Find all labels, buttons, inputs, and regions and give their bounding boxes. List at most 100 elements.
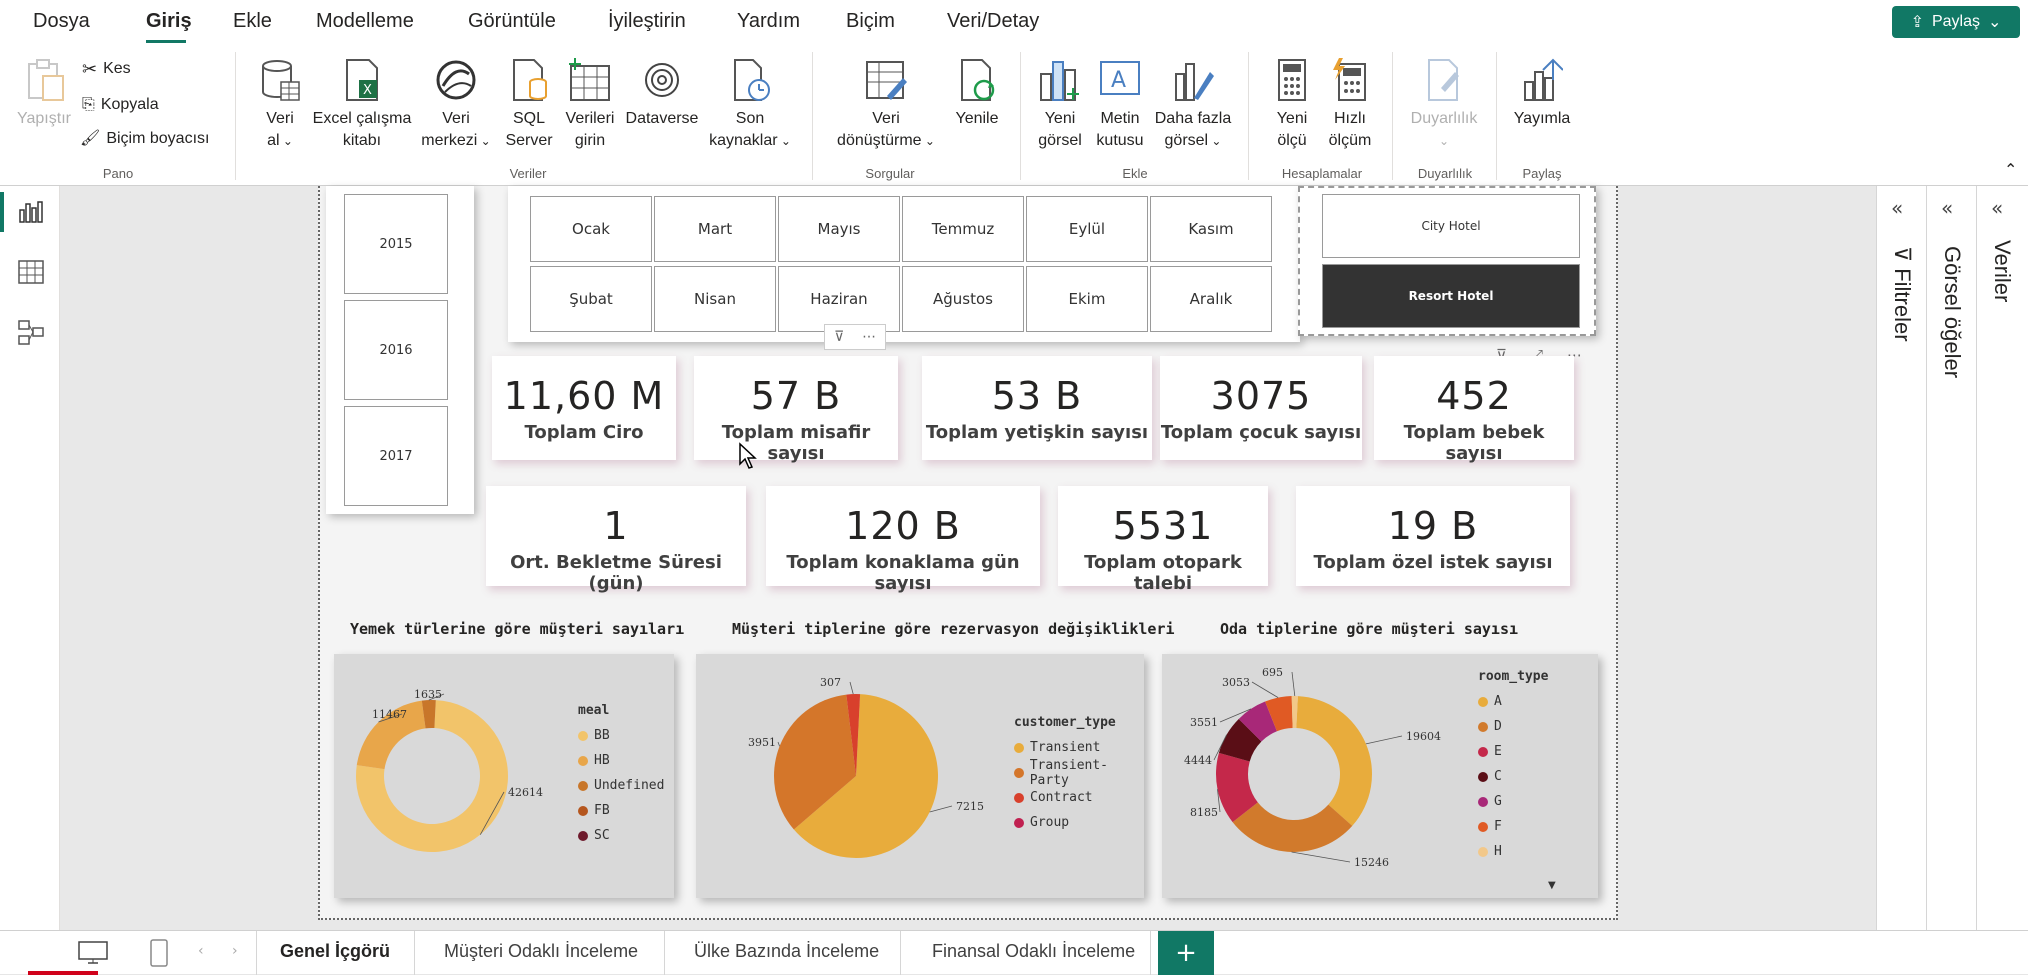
month-button-eylul[interactable]: Eylül [1026, 196, 1148, 262]
legend-item-undefined[interactable]: Undefined [578, 773, 664, 798]
year-button-2017[interactable]: 2017 [344, 406, 448, 506]
menu-tab-dosya[interactable]: Dosya [33, 10, 90, 33]
previous-page-icon[interactable]: ‹ [198, 943, 204, 959]
legend-item-transient[interactable]: Transient [1014, 735, 1144, 760]
legend-dot [1014, 817, 1024, 828]
menu-tab-giris[interactable]: Giriş [146, 10, 192, 33]
legend-item-g[interactable]: G [1478, 789, 1548, 814]
legend-item-fb[interactable]: FB [578, 798, 664, 823]
publish-button[interactable]: Yayımla [1506, 58, 1578, 130]
hotel-button-resort[interactable]: Resort Hotel [1322, 264, 1580, 328]
legend-item-contract[interactable]: Contract [1014, 785, 1144, 810]
legend-item-a[interactable]: A [1478, 689, 1548, 714]
filters-pane[interactable]: « ⊽ Filtreler [1876, 186, 1926, 930]
legend-item-e[interactable]: E [1478, 739, 1548, 764]
menu-tab-ekle[interactable]: Ekle [233, 10, 272, 33]
enter-data-button[interactable]: Verileri girin [558, 58, 622, 152]
legend-item-h[interactable]: H [1478, 839, 1548, 864]
month-button-ocak[interactable]: Ocak [530, 196, 652, 262]
page-tab-musteri-odakli[interactable]: Müşteri Odaklı İnceleme [444, 941, 638, 962]
new-measure-label-1: Yeni [1276, 110, 1308, 127]
page-tab-genel-icgoru[interactable]: Genel İçgörü [280, 941, 390, 962]
recent-sources-button[interactable]: Son kaynaklar ⌄ [702, 58, 798, 152]
collapse-ribbon-icon[interactable]: ⌃ [2004, 160, 2017, 179]
legend-item-group[interactable]: Group [1014, 810, 1144, 835]
menu-tab-veri-detay[interactable]: Veri/Detay [947, 10, 1039, 33]
copy-button[interactable]: ⎘ Kopyala [82, 94, 159, 116]
menu-tab-iyilestirin[interactable]: İyileştirin [608, 10, 686, 33]
customer-type-pie-chart[interactable]: 7215 3951 307 customer_type Transient Trans… [696, 654, 1144, 898]
sensitivity-icon [1423, 58, 1465, 102]
page-tab-finansal-odakli[interactable]: Finansal Odaklı İnceleme [932, 941, 1135, 962]
month-button-mart[interactable]: Mart [654, 196, 776, 262]
get-data-label-1: Veri [266, 110, 294, 127]
expand-pane-icon[interactable]: « [1891, 196, 1903, 220]
legend-item-bb[interactable]: BB [578, 723, 664, 748]
report-view-icon[interactable] [18, 200, 44, 228]
scroll-down-icon[interactable]: ▼ [1548, 880, 1556, 891]
expand-pane-icon[interactable]: « [1991, 196, 2003, 220]
year-slicer: 2015 2016 2017 [326, 186, 474, 514]
legend-item-transient-party[interactable]: Transient-Party [1014, 757, 1144, 788]
mobile-view-icon[interactable] [150, 939, 168, 971]
month-button-haziran[interactable]: Haziran [778, 266, 900, 332]
legend-item-c[interactable]: C [1478, 764, 1548, 789]
share-button[interactable]: ⇪ Paylaş ⌄ [1892, 6, 2020, 38]
menu-tab-bicim[interactable]: Biçim [846, 10, 895, 33]
legend-label: Group [1030, 815, 1070, 830]
month-button-kasim[interactable]: Kasım [1150, 196, 1272, 262]
year-button-2016[interactable]: 2016 [344, 300, 448, 400]
page-tab-ulke-bazinda[interactable]: Ülke Bazında İnceleme [694, 941, 879, 962]
sensitivity-button[interactable]: Duyarlılık ⌄ [1402, 58, 1486, 152]
slice-a[interactable] [1296, 696, 1372, 826]
room-type-donut-chart[interactable]: 19604 15246 8185 4444 3551 3053 695 room_type … [1162, 654, 1598, 898]
new-visual-button[interactable]: Yeni görsel [1032, 58, 1088, 152]
model-view-icon[interactable] [18, 320, 44, 350]
more-visuals-button[interactable]: Daha fazla görsel ⌄ [1150, 58, 1236, 152]
table-view-icon[interactable] [18, 260, 44, 288]
paste-button[interactable]: Yapıştır [12, 58, 76, 130]
transform-data-button[interactable]: Veri dönüştürme ⌄ [824, 58, 948, 152]
month-button-mayis[interactable]: Mayıs [778, 196, 900, 262]
menu-tab-goruntule[interactable]: Görüntüle [468, 10, 556, 33]
legend-label: Transient-Party [1029, 757, 1109, 788]
data-hub-button[interactable]: Veri merkezi ⌄ [416, 58, 496, 152]
quick-measure-button[interactable]: Hızlı ölçüm [1322, 58, 1378, 152]
month-button-aralik[interactable]: Aralık [1150, 266, 1272, 332]
new-measure-button[interactable]: Yeni ölçü [1264, 58, 1320, 152]
filter-icon[interactable]: ⊽ [834, 329, 844, 345]
legend-item-sc[interactable]: SC [578, 823, 664, 848]
chart-title-room-type: Oda tiplerine göre müşteri sayısı [1220, 620, 1519, 638]
visuals-pane[interactable]: « Görsel öğeler [1926, 186, 1976, 930]
format-painter-button[interactable]: 🖌 Biçim boyacısı [80, 128, 209, 150]
month-button-subat[interactable]: Şubat [530, 266, 652, 332]
data-pane[interactable]: « Veriler [1976, 186, 2028, 930]
meal-donut-chart[interactable]: 42614 11467 1635 meal BB HB Undefined FB SC [334, 654, 674, 898]
menu-tab-yardim[interactable]: Yardım [737, 10, 800, 33]
get-data-button[interactable]: Veri al ⌄ [252, 58, 308, 152]
expand-pane-icon[interactable]: « [1941, 196, 1953, 220]
more-options-icon[interactable]: ⋯ [862, 329, 876, 345]
legend-item-d[interactable]: D [1478, 714, 1548, 739]
menu-tab-modelleme[interactable]: Modelleme [316, 10, 414, 33]
kpi-card-total-children: 3075 Toplam çocuk sayısı [1160, 356, 1362, 460]
desktop-view-icon[interactable] [78, 941, 108, 969]
year-button-2015[interactable]: 2015 [344, 194, 448, 294]
legend-item-f[interactable]: F [1478, 814, 1548, 839]
month-button-agustos[interactable]: Ağustos [902, 266, 1024, 332]
cut-button[interactable]: ✂ Kes [82, 58, 131, 80]
new-visual-icon [1039, 58, 1081, 102]
month-button-temmuz[interactable]: Temmuz [902, 196, 1024, 262]
next-page-icon[interactable]: › [232, 943, 238, 959]
data-label: 3951 [748, 736, 776, 749]
hotel-button-city[interactable]: City Hotel [1322, 194, 1580, 258]
month-button-ekim[interactable]: Ekim [1026, 266, 1148, 332]
legend-item-hb[interactable]: HB [578, 748, 664, 773]
text-box-button[interactable]: A Metin kutusu [1090, 58, 1150, 152]
refresh-button[interactable]: Yenile [946, 58, 1008, 130]
month-button-nisan[interactable]: Nisan [654, 266, 776, 332]
add-page-button[interactable]: + [1158, 931, 1214, 975]
dataverse-button[interactable]: Dataverse [622, 58, 702, 130]
sql-server-button[interactable]: SQL Server [498, 58, 560, 152]
excel-workbook-button[interactable]: X Excel çalışma kitabı [308, 58, 416, 152]
